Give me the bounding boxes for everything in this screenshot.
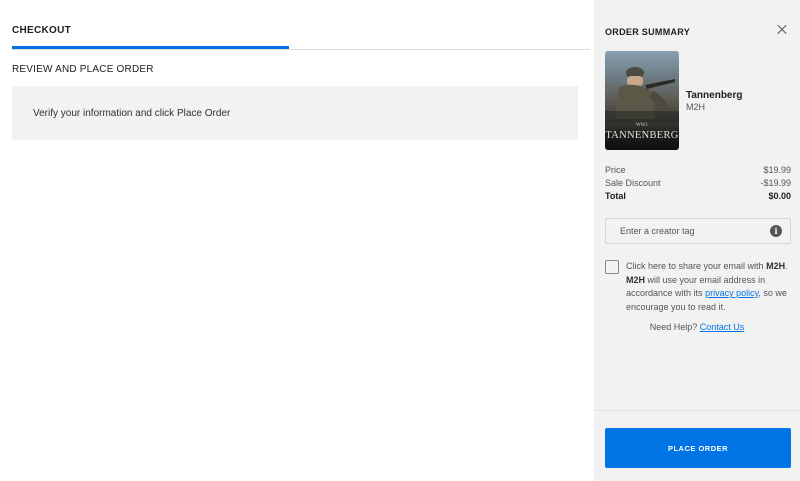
discount-value: -$19.99	[760, 178, 791, 188]
order-summary-panel: ORDER SUMMARY WW1 TANNENBERG Tannenberg …	[594, 0, 800, 481]
close-icon[interactable]	[774, 22, 790, 38]
section-title: REVIEW AND PLACE ORDER	[12, 64, 154, 75]
cover-subtitle: WW1	[636, 123, 648, 128]
consent-text-1: Click here to share your email with	[626, 261, 764, 271]
help-line: Need Help? Contact Us	[594, 322, 800, 332]
product-publisher: M2H	[686, 102, 706, 112]
share-email-checkbox[interactable]	[605, 260, 619, 274]
total-row: Total $0.00	[605, 191, 791, 201]
notice-box: Verify your information and click Place …	[12, 86, 578, 140]
checkout-progress-bar	[12, 46, 290, 49]
summary-title: ORDER SUMMARY	[605, 27, 691, 37]
price-label: Price	[605, 165, 626, 175]
price-row: Price $19.99	[605, 165, 791, 175]
tab-checkout[interactable]: CHECKOUT	[12, 25, 71, 36]
total-label: Total	[605, 191, 626, 201]
share-email-consent: Click here to share your email with M2H.…	[626, 260, 794, 314]
consent-brand-2: M2H	[626, 274, 646, 285]
place-order-button[interactable]: PLACE ORDER	[605, 428, 791, 468]
cover-title: TANNENBERG	[605, 130, 679, 141]
price-value: $19.99	[763, 165, 791, 175]
total-value: $0.00	[768, 191, 791, 201]
checkout-tabbar: CHECKOUT	[12, 0, 590, 50]
consent-text-2: .	[785, 261, 788, 271]
contact-us-link[interactable]: Contact Us	[700, 322, 745, 332]
creator-tag-field: i	[605, 218, 791, 244]
product-cover-image: WW1 TANNENBERG	[605, 51, 679, 150]
discount-row: Sale Discount -$19.99	[605, 178, 791, 188]
creator-tag-input[interactable]	[606, 219, 766, 243]
privacy-policy-link[interactable]: privacy policy	[705, 288, 758, 298]
notice-text: Verify your information and click Place …	[33, 108, 231, 119]
consent-brand-1: M2H	[766, 261, 786, 271]
discount-label: Sale Discount	[605, 178, 661, 188]
summary-footer: PLACE ORDER	[594, 410, 800, 481]
product-name: Tannenberg	[686, 90, 743, 101]
info-icon[interactable]: i	[770, 225, 782, 237]
help-text: Need Help?	[649, 322, 698, 332]
checkout-main: CHECKOUT REVIEW AND PLACE ORDER Verify y…	[0, 0, 594, 481]
